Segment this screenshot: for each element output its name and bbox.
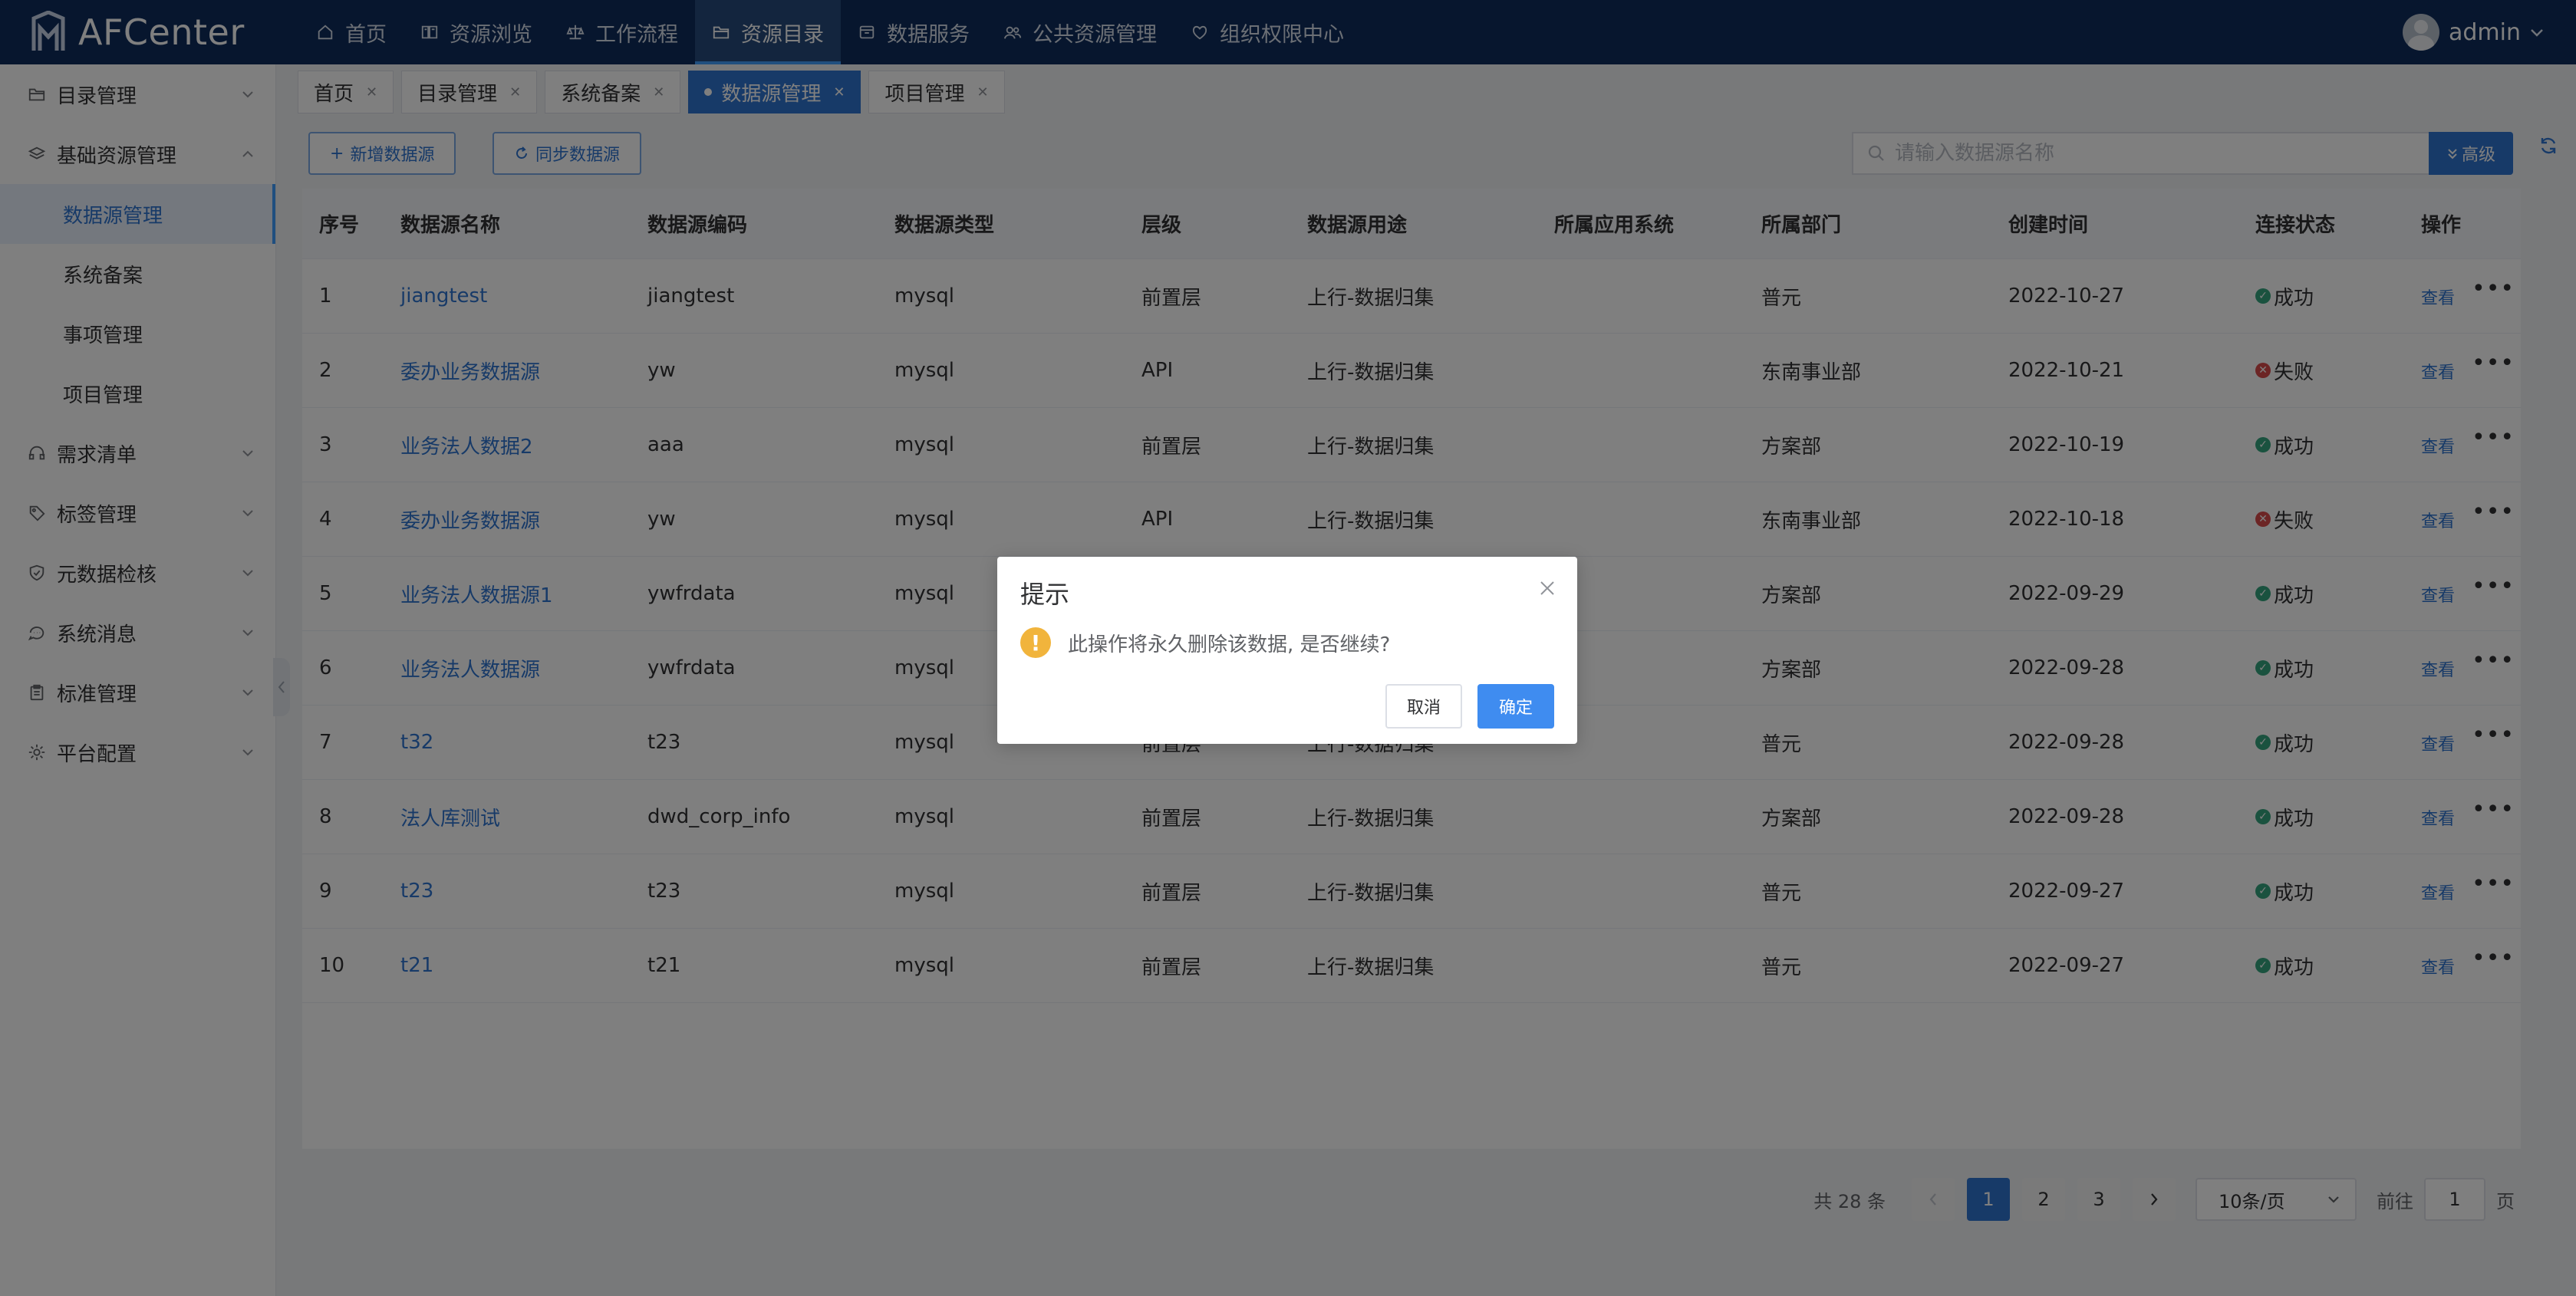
close-icon[interactable] xyxy=(1539,580,1556,597)
cancel-button[interactable]: 取消 xyxy=(1385,684,1463,729)
dialog-message: 此操作将永久删除该数据, 是否继续? xyxy=(1068,633,1391,656)
dialog-title: 提示 xyxy=(1020,580,1070,609)
warning-icon: ! xyxy=(1020,627,1051,658)
dialog-body: ! 此操作将永久删除该数据, 是否继续? xyxy=(1020,627,1390,658)
confirm-dialog: 提示 ! 此操作将永久删除该数据, 是否继续? 取消 确定 xyxy=(997,557,1577,744)
confirm-button[interactable]: 确定 xyxy=(1477,684,1555,729)
